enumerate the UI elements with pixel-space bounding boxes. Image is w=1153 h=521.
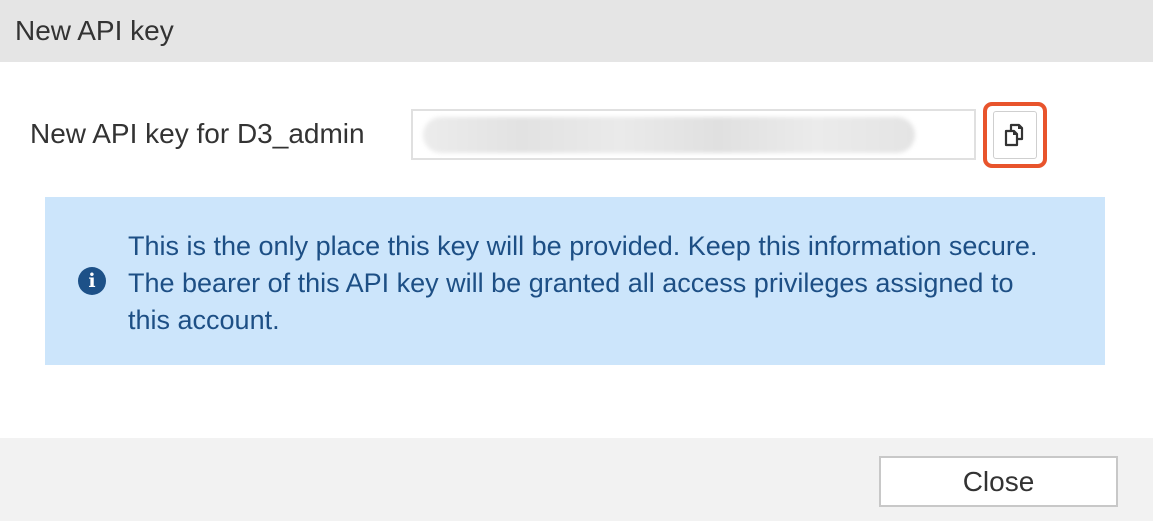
copy-button-frame: [993, 111, 1037, 159]
copy-button[interactable]: [983, 102, 1047, 168]
info-message-text: This is the only place this key will be …: [128, 231, 1038, 335]
api-key-label: New API key for D3_admin: [30, 118, 365, 149]
info-circle-icon: i: [78, 267, 106, 295]
dialog-title: New API key: [15, 15, 174, 46]
close-button[interactable]: Close: [879, 456, 1118, 507]
new-api-key-dialog: New API key New API key for D3_admin i T…: [0, 0, 1153, 521]
copy-icon: [1004, 123, 1024, 147]
api-key-field[interactable]: [411, 109, 976, 160]
api-key-obscured-value: [423, 116, 915, 153]
dialog-header: New API key: [0, 0, 1153, 62]
